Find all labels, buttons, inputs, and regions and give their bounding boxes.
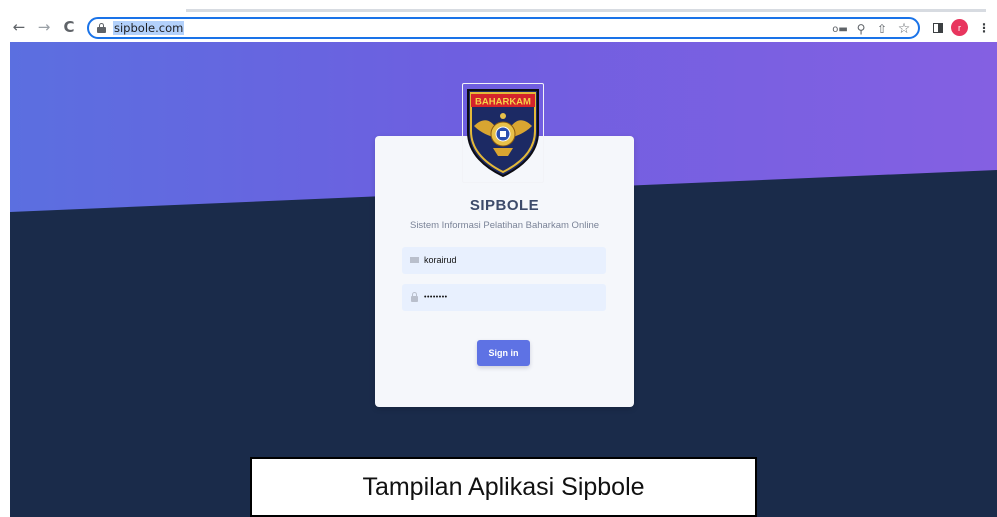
app-subtitle: Sistem Informasi Pelatihan Baharkam Onli… bbox=[409, 220, 600, 231]
app-title: SIPBOLE bbox=[469, 197, 540, 214]
side-panel-icon bbox=[933, 23, 943, 33]
page-viewport: BAHARKAM SIPBOLE Sistem Informasi Pelati… bbox=[10, 42, 997, 517]
screenshot-frame: ← → C sipbole.com o▬ ⚲ ⇧ ☆ r ⋮ BAHARKAM bbox=[0, 0, 997, 517]
profile-avatar[interactable]: r bbox=[951, 19, 968, 36]
browser-menu-button[interactable]: ⋮ bbox=[975, 19, 993, 37]
browser-toolbar: ← → C sipbole.com o▬ ⚲ ⇧ ☆ r ⋮ bbox=[0, 12, 997, 42]
arrow-right-icon: → bbox=[37, 18, 51, 36]
lock-icon bbox=[410, 292, 420, 302]
username-field[interactable]: korairud bbox=[402, 247, 606, 274]
forward-button[interactable]: → bbox=[33, 15, 55, 39]
lock-icon bbox=[97, 23, 106, 33]
profile-initial: r bbox=[958, 22, 961, 33]
envelope-icon bbox=[410, 255, 420, 265]
username-value[interactable]: korairud bbox=[424, 254, 457, 267]
zoom-icon[interactable]: ⚲ bbox=[852, 20, 870, 38]
baharkam-emblem-logo: BAHARKAM bbox=[467, 89, 539, 178]
password-key-icon[interactable]: o▬ bbox=[831, 20, 849, 38]
url-text[interactable]: sipbole.com bbox=[113, 21, 185, 35]
figure-caption: Tampilan Aplikasi Sipbole bbox=[250, 457, 757, 517]
side-panel-button[interactable] bbox=[929, 19, 947, 37]
password-field[interactable]: •••••••• bbox=[402, 284, 606, 311]
reload-icon: C bbox=[63, 18, 75, 36]
logo-text: BAHARKAM bbox=[475, 97, 531, 108]
address-bar[interactable]: sipbole.com o▬ ⚲ ⇧ ☆ bbox=[87, 17, 920, 39]
back-button[interactable]: ← bbox=[8, 15, 30, 39]
kebab-menu-icon: ⋮ bbox=[978, 21, 990, 35]
reload-button[interactable]: C bbox=[58, 15, 80, 39]
password-value[interactable]: •••••••• bbox=[424, 291, 448, 304]
arrow-left-icon: ← bbox=[12, 18, 26, 36]
caption-text: Tampilan Aplikasi Sipbole bbox=[362, 472, 645, 501]
sign-in-button[interactable]: Sign in bbox=[477, 340, 530, 366]
bookmark-star-icon[interactable]: ☆ bbox=[895, 20, 913, 38]
share-icon[interactable]: ⇧ bbox=[873, 20, 891, 38]
